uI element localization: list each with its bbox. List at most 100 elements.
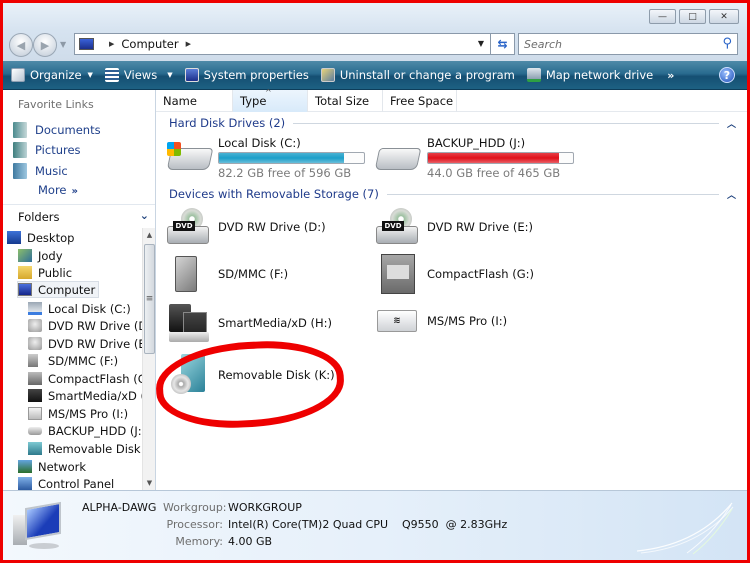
tree-node-label: SD/MMC (F:) — [48, 353, 119, 368]
user-folder-icon — [18, 249, 32, 262]
memory-label: Memory: — [175, 535, 223, 548]
drive-local-disk-c[interactable]: Local Disk (C:) 82.2 GB free of 596 GB — [166, 136, 365, 180]
command-bar: Organize ▼ Views ▼ System properties Uni… — [3, 61, 747, 90]
more-favorites-link[interactable]: More » — [38, 183, 78, 197]
tree-node-label: Jody — [38, 248, 63, 263]
organize-label: Organize — [30, 68, 82, 82]
more-commands-button[interactable]: » — [667, 69, 674, 82]
double-chevron-right-icon: » — [71, 186, 78, 197]
help-button[interactable]: ? — [719, 67, 735, 83]
address-bar[interactable]: ▶ Computer ▶ ▼ — [74, 33, 491, 55]
dvd-label: DVD — [173, 221, 195, 231]
details-pane: ALPHA-DAWG Workgroup: WORKGROUP Processo… — [3, 490, 747, 560]
minimize-icon: — — [658, 11, 667, 22]
chevron-down-icon[interactable]: ⌄ — [140, 209, 149, 222]
drive-ms-pro-i[interactable]: ≋ MS/MS Pro (I:) — [377, 310, 507, 332]
organize-button[interactable]: Organize ▼ — [11, 68, 93, 82]
tree-node-removable-k[interactable]: Removable Disk (K — [28, 440, 142, 457]
hard-drive-icon — [28, 426, 42, 435]
drive-smartmedia-h[interactable]: SmartMedia/xD (H:) — [169, 304, 332, 342]
control-panel-icon — [18, 477, 32, 490]
explorer-window: — □ ✕ ◀ ▶ ▼ ▶ Computer ▶ ▼ ⇆ ⚲ Organize … — [3, 3, 747, 560]
column-label: Free Space — [390, 94, 454, 108]
drive-removable-disk-k[interactable]: Removable Disk (K:) — [169, 354, 335, 396]
address-dropdown-icon[interactable]: ▼ — [478, 39, 484, 48]
group-divider — [386, 193, 719, 195]
back-button[interactable]: ◀ — [9, 33, 33, 57]
favorite-link-pictures[interactable]: Pictures — [13, 142, 81, 158]
favorite-link-documents[interactable]: Documents — [13, 122, 101, 138]
maximize-button[interactable]: □ — [679, 9, 706, 24]
group-hard-disk-drives[interactable]: Hard Disk Drives (2) ︿ — [169, 116, 736, 130]
drive-backup-hdd-j[interactable]: BACKUP_HDD (J:) 44.0 GB free of 465 GB — [374, 136, 574, 180]
pictures-icon — [13, 142, 27, 158]
tree-node-sd-mmc-f[interactable]: SD/MMC (F:) — [28, 352, 118, 369]
memory-stick-icon: ≋ — [377, 304, 427, 332]
folder-tree-scrollbar[interactable]: ▲ ≡ ▼ — [142, 228, 155, 490]
tree-node-smartmedia-h[interactable]: SmartMedia/xD (H — [28, 387, 142, 404]
breadcrumb-separator-icon[interactable]: ▶ — [109, 40, 114, 48]
memory-stick-icon — [28, 407, 42, 420]
tree-node-dvd-e[interactable]: DVD RW Drive (E:) — [28, 335, 142, 352]
tree-node-ms-pro-i[interactable]: MS/MS Pro (I:) — [28, 405, 128, 422]
breadcrumb-separator-icon[interactable]: ▶ — [186, 40, 191, 48]
collapse-chevron-icon[interactable]: ︿ — [727, 117, 736, 130]
tree-node-label: Removable Disk (K — [48, 441, 142, 456]
group-removable-storage[interactable]: Devices with Removable Storage (7) ︿ — [169, 187, 736, 201]
system-properties-button[interactable]: System properties — [184, 68, 309, 82]
tree-node-label: CompactFlash (G:) — [48, 371, 142, 386]
map-network-drive-button[interactable]: Map network drive — [526, 68, 653, 82]
content-pane: Name Type ^ Total Size Free Space Hard Di… — [153, 88, 747, 490]
favorite-link-label: Music — [35, 164, 68, 178]
tree-node-network[interactable]: Network — [18, 458, 86, 475]
tree-node-backup-hdd-j[interactable]: BACKUP_HDD (J:) — [28, 422, 142, 439]
tree-node-label: Local Disk (C:) — [48, 301, 131, 316]
drive-sd-mmc-f[interactable]: SD/MMC (F:) — [167, 256, 288, 292]
tree-node-control-panel[interactable]: Control Panel — [18, 475, 114, 490]
column-header-name[interactable]: Name — [156, 90, 233, 112]
smartmedia-icon — [169, 304, 218, 342]
folders-header[interactable]: Folders ⌄ — [3, 204, 155, 228]
column-header-type[interactable]: Type ^ — [233, 88, 308, 112]
collapse-chevron-icon[interactable]: ︿ — [727, 188, 736, 201]
workgroup-label: Workgroup: — [163, 501, 227, 514]
tree-node-local-disk-c[interactable]: Local Disk (C:) — [28, 300, 131, 317]
tree-node-compactflash-g[interactable]: CompactFlash (G:) — [28, 370, 142, 387]
scrollbar-thumb[interactable]: ≡ — [144, 244, 155, 354]
minimize-button[interactable]: — — [649, 9, 676, 24]
windows-logo-icon — [167, 142, 181, 156]
close-button[interactable]: ✕ — [709, 9, 739, 24]
drive-compactflash-g[interactable]: CompactFlash (G:) — [381, 254, 534, 294]
drive-name: SmartMedia/xD (H:) — [218, 316, 333, 330]
tree-node-dvd-d[interactable]: DVD RW Drive (D:) — [28, 317, 142, 334]
search-input[interactable] — [524, 37, 714, 51]
column-header-total-size[interactable]: Total Size — [308, 90, 383, 112]
more-label: More — [38, 183, 67, 197]
tree-node-public[interactable]: Public — [18, 264, 72, 281]
dvd-drive-icon — [28, 337, 42, 350]
search-box: ⚲ — [518, 33, 738, 55]
drive-usage-fill — [428, 153, 560, 163]
recent-pages-dropdown[interactable]: ▼ — [60, 40, 66, 49]
forward-button[interactable]: ▶ — [33, 33, 57, 57]
column-header-free-space[interactable]: Free Space — [383, 90, 457, 112]
search-icon[interactable]: ⚲ — [722, 36, 732, 51]
breadcrumb-computer[interactable]: Computer — [121, 37, 178, 51]
organize-icon — [11, 68, 25, 82]
favorite-link-music[interactable]: Music — [13, 163, 68, 179]
folders-title: Folders — [18, 209, 60, 224]
tree-node-desktop[interactable]: Desktop — [7, 229, 74, 246]
chevron-down-icon: ▼ — [87, 71, 93, 79]
scroll-down-icon[interactable]: ▼ — [143, 476, 156, 490]
column-label: Name — [163, 94, 197, 108]
drive-dvd-e[interactable]: DVD DVD RW Drive (E:) — [376, 208, 533, 246]
system-properties-label: System properties — [203, 68, 309, 82]
uninstall-program-button[interactable]: Uninstall or change a program — [320, 68, 515, 82]
tree-node-jody[interactable]: Jody — [18, 247, 63, 264]
drive-dvd-d[interactable]: DVD DVD RW Drive (D:) — [167, 208, 326, 246]
refresh-button[interactable]: ⇆ — [491, 33, 515, 55]
views-button[interactable]: Views ▼ — [104, 68, 173, 82]
processor-label: Processor: — [166, 518, 224, 531]
tree-node-computer[interactable]: Computer — [17, 281, 100, 298]
scroll-up-icon[interactable]: ▲ — [143, 228, 156, 242]
